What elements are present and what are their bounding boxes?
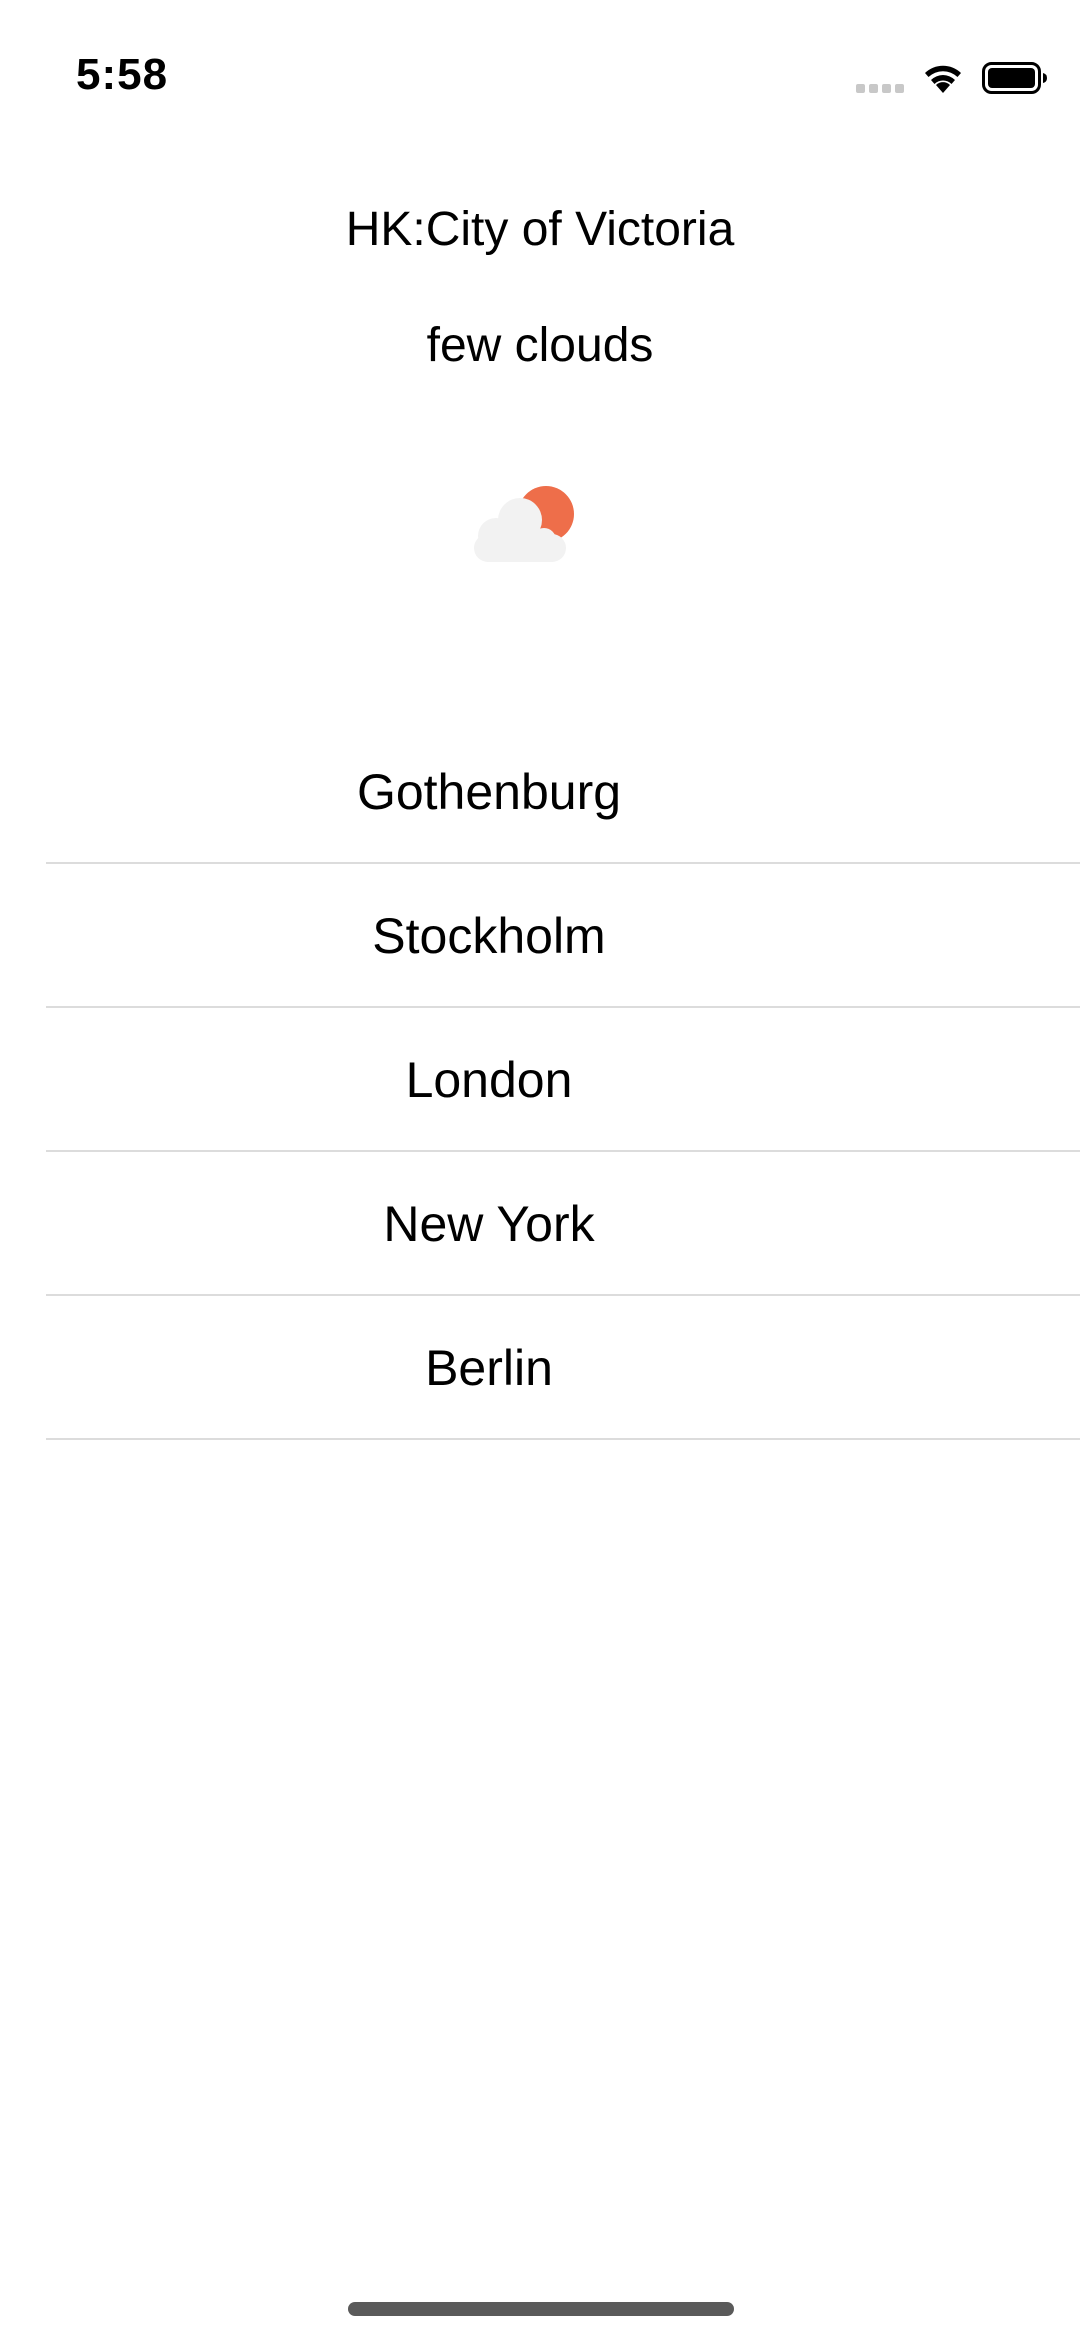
city-label: Gothenburg — [356, 764, 622, 820]
city-label: Berlin — [425, 1340, 553, 1396]
city-list: Gothenburg Stockholm London New York Ber… — [0, 720, 1080, 1440]
status-bar: 5:58 — [0, 0, 1080, 150]
weather-description: few clouds — [426, 319, 654, 372]
city-row-berlin[interactable]: Berlin — [0, 1296, 1080, 1440]
city-row-london[interactable]: London — [0, 1008, 1080, 1152]
battery-icon — [982, 62, 1047, 94]
few-clouds-icon — [474, 486, 574, 562]
wifi-icon — [925, 65, 961, 93]
city-label: New York — [383, 1196, 595, 1252]
location-title: HK:City of Victoria — [345, 203, 735, 256]
home-indicator[interactable] — [348, 2302, 734, 2316]
city-label: London — [405, 1052, 573, 1108]
status-time: 5:58 — [76, 50, 169, 99]
city-row-gothenburg[interactable]: Gothenburg — [0, 720, 1080, 864]
city-row-stockholm[interactable]: Stockholm — [0, 864, 1080, 1008]
cellular-signal-icon — [856, 84, 908, 94]
city-row-new-york[interactable]: New York — [0, 1152, 1080, 1296]
city-label: Stockholm — [372, 908, 606, 964]
